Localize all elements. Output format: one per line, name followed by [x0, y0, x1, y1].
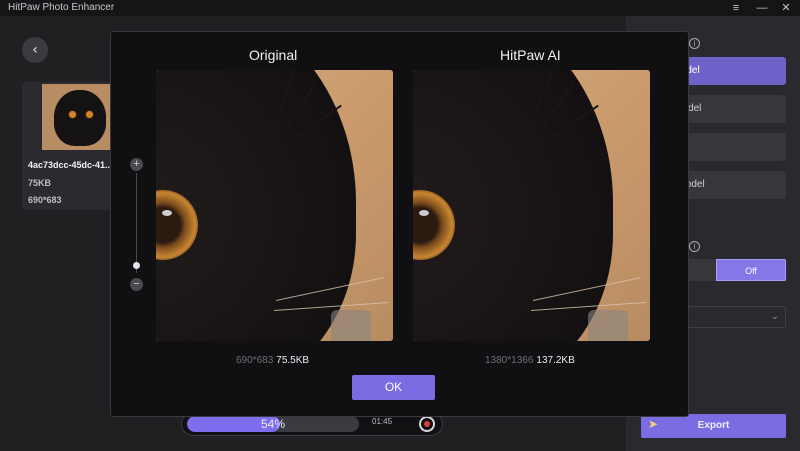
enhanced-size: 137.2KB — [536, 355, 575, 366]
progress-percent: 54% — [260, 417, 286, 431]
thumbnail-eye — [85, 110, 94, 119]
stop-icon[interactable] — [419, 416, 435, 432]
export-icon: ➤ — [648, 417, 659, 431]
thumbnail-cat — [54, 90, 106, 146]
zoom-in-icon[interactable]: + — [130, 158, 143, 171]
original-image[interactable] — [156, 70, 393, 341]
enhanced-label: HitPaw AI — [500, 47, 561, 63]
file-dimensions: 690*683 — [28, 195, 62, 205]
file-thumbnail — [42, 84, 114, 150]
file-name: 4ac73dcc-45dc-41... — [28, 160, 113, 170]
zoom-track[interactable] — [136, 173, 137, 273]
file-card[interactable]: 4ac73dcc-45dc-41... 75KB 690*683 — [22, 82, 114, 210]
chevron-down-icon: ⌄ — [770, 311, 779, 322]
thumbnail-eye — [68, 110, 77, 119]
toggle-off-option[interactable]: Off — [716, 259, 786, 281]
original-size: 75.5KB — [276, 355, 310, 366]
enhanced-dimensions: 1380*1366 — [485, 355, 534, 366]
close-icon[interactable]: ✕ — [776, 0, 796, 16]
file-size: 75KB — [28, 178, 52, 188]
enhanced-image[interactable] — [413, 70, 650, 341]
info-icon[interactable]: i — [689, 241, 700, 252]
ok-button[interactable]: OK — [352, 375, 435, 400]
back-arrow-icon[interactable]: ‹ — [22, 37, 48, 63]
export-button[interactable]: Export — [641, 414, 786, 438]
zoom-out-icon[interactable]: − — [130, 278, 143, 291]
original-info: 690*683 75.5KB — [236, 355, 309, 366]
zoom-handle[interactable] — [133, 262, 140, 269]
comparison-dialog: + − Original 690*683 75.5KB HitPaw AI 13… — [110, 31, 689, 417]
original-label: Original — [249, 47, 298, 63]
info-icon[interactable]: i — [689, 38, 700, 49]
title-bar: HitPaw Photo Enhancer ≡ — ✕ — [0, 0, 800, 16]
elapsed-time: 01:45 — [372, 417, 393, 426]
menu-icon[interactable]: ≡ — [726, 0, 746, 16]
minimize-icon[interactable]: — — [752, 0, 772, 16]
app-title: HitPaw Photo Enhancer — [8, 2, 115, 13]
progress-track: 54% — [187, 416, 359, 432]
enhanced-info: 1380*1366 137.2KB — [485, 355, 575, 366]
app-window: HitPaw Photo Enhancer ≡ — ✕ ‹ 4ac73dcc-4… — [0, 0, 800, 451]
zoom-slider[interactable]: + − — [130, 158, 144, 291]
original-dimensions: 690*683 — [236, 355, 274, 366]
